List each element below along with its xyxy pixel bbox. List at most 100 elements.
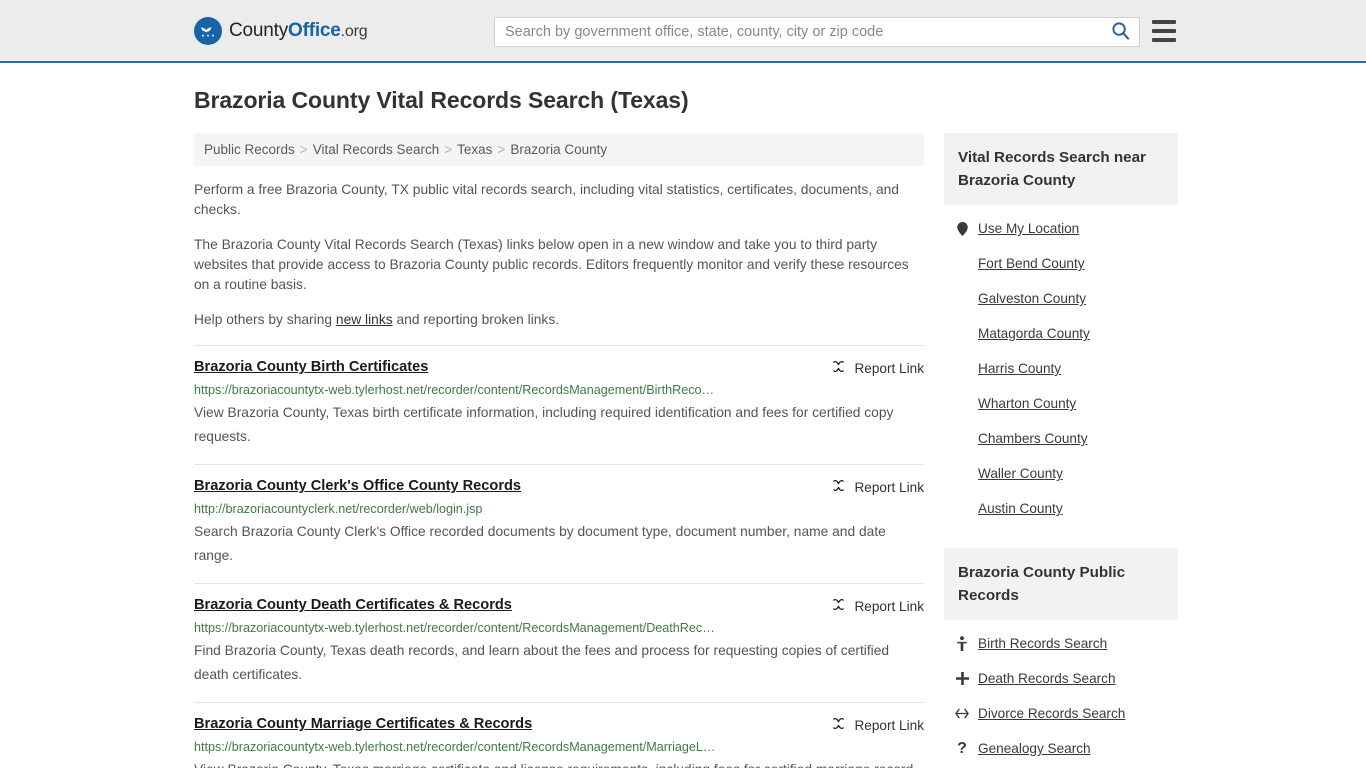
search-icon: [1111, 21, 1130, 43]
result-url: https://brazoriacountytx-web.tylerhost.n…: [194, 740, 716, 754]
main-column: Public Records > Vital Records Search > Texa…: [194, 133, 924, 768]
report-link-label: Report Link: [854, 717, 924, 733]
sidebar-item-harris-county[interactable]: Harris County: [944, 351, 1178, 386]
sidebar-link-label[interactable]: Chambers County: [978, 429, 1088, 448]
sidebar-item-matagorda-county[interactable]: Matagorda County: [944, 316, 1178, 351]
broken-link-icon: [831, 597, 846, 615]
hamburger-menu-button[interactable]: [1152, 20, 1176, 42]
report-link-label: Report Link: [854, 598, 924, 614]
sidebar-link-label[interactable]: Birth Records Search: [978, 634, 1107, 653]
sidebar-item-waller-county[interactable]: Waller County: [944, 456, 1178, 491]
page-body: Brazoria County Vital Records Search (Te…: [0, 86, 1366, 768]
sidebar-item-fort-bend-county[interactable]: Fort Bend County: [944, 246, 1178, 281]
sidebar-nearby-list: Use My Location Fort Bend County Galvest…: [944, 205, 1178, 526]
result-url: https://brazoriacountytx-web.tylerhost.n…: [194, 383, 715, 397]
result-url: http://brazoriacountyclerk.net/recorder/…: [194, 502, 483, 516]
sidebar-nearby-box: Vital Records Search near Brazoria Count…: [944, 133, 1178, 526]
result-title-link[interactable]: Brazoria County Birth Certificates: [194, 358, 428, 377]
result-item: Brazoria County Death Certificates & Rec…: [194, 583, 924, 696]
site-logo-text: CountyOffice.org: [229, 19, 368, 42]
report-link-button[interactable]: Report Link: [831, 477, 924, 496]
eagle-stars-emblem-icon: [194, 16, 222, 45]
sidebar-link-label[interactable]: Waller County: [978, 464, 1063, 483]
result-header: Brazoria County Birth Certificates Repor…: [194, 358, 924, 377]
intro-p3-after: and reporting broken links.: [392, 312, 560, 327]
sidebar-item-divorce-records-search[interactable]: Divorce Records Search: [944, 696, 1178, 731]
sidebar-item-wharton-county[interactable]: Wharton County: [944, 386, 1178, 421]
breadcrumb-separator-1: >: [299, 142, 308, 157]
result-description: Search Brazoria County Clerk's Office re…: [194, 524, 886, 563]
result-header: Brazoria County Clerk's Office County Re…: [194, 477, 924, 496]
result-header: Brazoria County Marriage Certificates & …: [194, 715, 924, 734]
intro-paragraph-2: The Brazoria County Vital Records Search…: [194, 237, 909, 292]
sidebar-link-label[interactable]: Matagorda County: [978, 324, 1090, 343]
report-link-button[interactable]: Report Link: [831, 358, 924, 377]
intro-p3-before: Help others by sharing: [194, 312, 336, 327]
breadcrumb: Public Records > Vital Records Search > Texa…: [194, 133, 924, 166]
site-logo[interactable]: CountyOffice.org: [194, 16, 368, 45]
sidebar-link-label[interactable]: Harris County: [978, 359, 1061, 378]
result-description: View Brazoria County, Texas marriage cer…: [194, 758, 924, 768]
sidebar-public-records-heading: Brazoria County Public Records: [944, 548, 1178, 620]
result-description: View Brazoria County, Texas birth certif…: [194, 405, 894, 444]
sidebar-link-label[interactable]: Austin County: [978, 499, 1063, 518]
result-title-link[interactable]: Brazoria County Clerk's Office County Re…: [194, 477, 521, 496]
baby-icon: [955, 636, 969, 651]
breadcrumb-separator-3: >: [497, 142, 506, 157]
sidebar: Vital Records Search near Brazoria Count…: [944, 133, 1178, 768]
broken-link-icon: [831, 716, 846, 734]
search-bar: [494, 17, 1140, 47]
content-row: Public Records > Vital Records Search > Texa…: [194, 133, 1178, 768]
search-input[interactable]: [495, 18, 1101, 46]
new-links-link[interactable]: new links: [336, 312, 393, 327]
sidebar-nearby-heading: Vital Records Search near Brazoria Count…: [944, 133, 1178, 205]
hamburger-bar-1: [1152, 20, 1176, 24]
intro-text: Perform a free Brazoria County, TX publi…: [194, 180, 924, 330]
breadcrumb-item-brazoria-county[interactable]: Brazoria County: [510, 142, 607, 157]
breadcrumb-item-vital-records-search[interactable]: Vital Records Search: [313, 142, 440, 157]
logo-part-office: Office: [288, 19, 341, 41]
sidebar-link-label[interactable]: Death Records Search: [978, 669, 1116, 688]
report-link-button[interactable]: Report Link: [831, 596, 924, 615]
sidebar-item-death-records-search[interactable]: Death Records Search: [944, 661, 1178, 696]
sidebar-public-records-box: Brazoria County Public Records Birth Rec…: [944, 548, 1178, 768]
page-title: Brazoria County Vital Records Search (Te…: [194, 87, 689, 113]
result-title-link[interactable]: Brazoria County Marriage Certificates & …: [194, 715, 532, 734]
result-item: Brazoria County Birth Certificates Repor…: [194, 345, 924, 458]
sidebar-item-genealogy-search[interactable]: ? Genealogy Search: [944, 731, 1178, 766]
sidebar-item-austin-county[interactable]: Austin County: [944, 491, 1178, 526]
intro-paragraph-3: Help others by sharing new links and rep…: [194, 310, 924, 330]
result-title-link[interactable]: Brazoria County Death Certificates & Rec…: [194, 596, 512, 615]
report-link-button[interactable]: Report Link: [831, 715, 924, 734]
hamburger-bar-2: [1152, 29, 1176, 33]
broken-link-icon: [831, 359, 846, 377]
sidebar-item-galveston-county[interactable]: Galveston County: [944, 281, 1178, 316]
result-url: https://brazoriacountytx-web.tylerhost.n…: [194, 621, 715, 635]
logo-part-org: .org: [340, 22, 368, 40]
sidebar-item-chambers-county[interactable]: Chambers County: [944, 421, 1178, 456]
sidebar-item-birth-records-search[interactable]: Birth Records Search: [944, 626, 1178, 661]
broken-link-icon: [831, 478, 846, 496]
map-pin-icon: [955, 221, 969, 236]
breadcrumb-separator-2: >: [444, 142, 453, 157]
breadcrumb-item-texas[interactable]: Texas: [457, 142, 492, 157]
double-arrow-icon: [955, 708, 969, 719]
search-button[interactable]: [1101, 18, 1139, 46]
report-link-label: Report Link: [854, 479, 924, 495]
result-item: Brazoria County Marriage Certificates & …: [194, 702, 924, 768]
breadcrumb-item-public-records[interactable]: Public Records: [204, 142, 295, 157]
hamburger-bar-3: [1152, 38, 1176, 42]
cross-icon: [955, 672, 969, 685]
sidebar-link-label[interactable]: Fort Bend County: [978, 254, 1085, 273]
sidebar-link-label[interactable]: Wharton County: [978, 394, 1076, 413]
logo-part-county: County: [229, 19, 289, 41]
sidebar-link-label[interactable]: Use My Location: [978, 219, 1079, 238]
question-mark-icon: ?: [957, 739, 967, 757]
sidebar-link-label[interactable]: Divorce Records Search: [978, 704, 1125, 723]
report-link-label: Report Link: [854, 360, 924, 376]
result-description: Find Brazoria County, Texas death record…: [194, 643, 890, 682]
sidebar-link-label[interactable]: Genealogy Search: [978, 739, 1091, 758]
result-item: Brazoria County Clerk's Office County Re…: [194, 464, 924, 577]
sidebar-link-label[interactable]: Galveston County: [978, 289, 1086, 308]
sidebar-item-use-my-location[interactable]: Use My Location: [944, 211, 1178, 246]
